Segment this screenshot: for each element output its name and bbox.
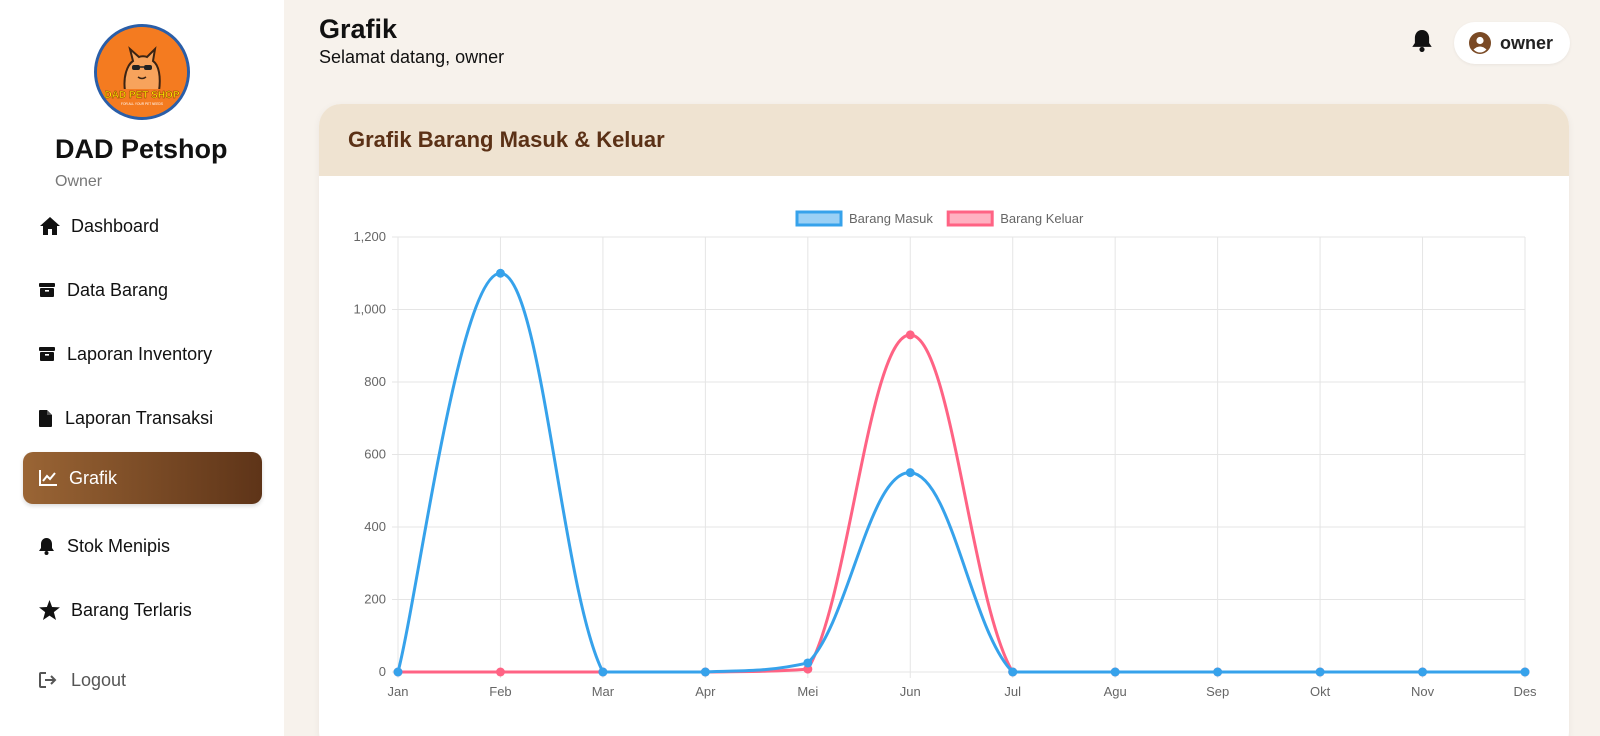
chart-card: Grafik Barang Masuk & Keluar 0 200 400 600 8… [319,104,1569,736]
x-tick-label: Nov [1411,684,1435,699]
svg-text:FOR ALL YOUR PET NEEDS: FOR ALL YOUR PET NEEDS [121,102,163,106]
y-tick-label: 1,200 [353,229,386,244]
y-tick-label: 800 [364,374,386,389]
home-icon [39,214,63,238]
data-point [905,468,915,478]
legend-label: Barang Keluar [1000,211,1084,226]
legend-label: Barang Masuk [849,211,933,226]
data-point [495,268,505,278]
sidebar-item-label: Data Barang [67,279,169,300]
y-tick-label: 400 [364,519,386,534]
data-point [1110,667,1120,677]
logout-icon [39,668,63,692]
card-header: Grafik Barang Masuk & Keluar [319,104,1569,176]
x-tick-label: Sep [1206,684,1229,699]
data-point [905,330,915,340]
logo: DAD PET SHOP FOR ALL YOUR PET NEEDS [94,24,190,120]
sidebar-item-label: Laporan Inventory [67,343,213,364]
x-tick-label: Des [1513,684,1537,699]
user-name: owner [1500,32,1554,53]
line-chart: 0 200 400 600 800 1,000 1,200 Jan Feb Mar Apr Mei Ju… [353,210,1537,699]
sidebar-item-label: Grafik [69,467,118,488]
y-tick-label: 1,000 [353,302,386,317]
sidebar-item-dashboard[interactable]: Dashboard [23,200,262,252]
sidebar-item-barang-terlaris[interactable]: Barang Terlaris [23,584,262,636]
chart-line-icon [39,466,61,490]
x-tick-label: Jul [1004,684,1021,699]
sidebar-item-stok-menipis[interactable]: Stok Menipis [23,520,262,572]
x-tick-label: Okt [1310,684,1331,699]
data-point [1520,667,1530,677]
x-tick-label: Mei [797,684,818,699]
sidebar-item-label: Laporan Transaksi [65,407,214,428]
brand-role: Owner [55,173,103,190]
svg-text:DAD PET SHOP: DAD PET SHOP [104,90,179,101]
user-circle-icon [1469,32,1491,54]
x-tick-label: Feb [489,684,511,699]
file-icon [39,406,57,430]
star-icon [39,598,63,622]
series-line-barang-keluar [398,333,1525,674]
y-tick-label: 600 [364,447,386,462]
sidebar-item-label: Barang Terlaris [71,599,192,620]
sidebar-item-grafik[interactable]: Grafik [23,452,262,504]
sidebar: DAD PET SHOP FOR ALL YOUR PET NEEDS DAD … [0,0,284,736]
x-tick-label: Jun [900,684,921,699]
data-point [1418,667,1428,677]
page-title: Grafik [319,14,398,44]
sidebar-item-laporan-inventory[interactable]: Laporan Inventory [23,328,262,380]
data-point [803,658,813,668]
welcome-text: Selamat datang, owner [319,47,505,67]
x-tick-label: Jan [388,684,409,699]
data-point [1315,667,1325,677]
box-icon [39,278,59,302]
y-tick-label: 200 [364,592,386,607]
y-tick-label: 0 [379,664,386,679]
logout-label: Logout [71,669,127,690]
legend-swatch [795,210,843,227]
box-icon [39,342,59,366]
data-point [1213,667,1223,677]
sidebar-item-laporan-transaksi[interactable]: Laporan Transaksi [23,392,262,444]
data-point [495,667,505,677]
logout-button[interactable]: Logout [23,654,262,706]
data-point [598,667,608,677]
data-point [700,667,710,677]
data-point [1008,667,1018,677]
sidebar-item-label: Stok Menipis [67,535,171,556]
x-tick-label: Agu [1104,684,1127,699]
user-menu[interactable]: owner [1454,22,1570,64]
legend-swatch [946,210,994,227]
x-tick-label: Mar [592,684,615,699]
sidebar-item-data-barang[interactable]: Data Barang [23,264,262,316]
data-point [393,667,403,677]
notification-bell-icon[interactable] [1412,30,1434,54]
x-tick-label: Apr [695,684,716,699]
bell-icon [39,534,59,558]
brand-title: DAD Petshop [55,134,228,164]
card-title: Grafik Barang Masuk & Keluar [348,127,665,152]
sidebar-item-label: Dashboard [71,215,160,236]
